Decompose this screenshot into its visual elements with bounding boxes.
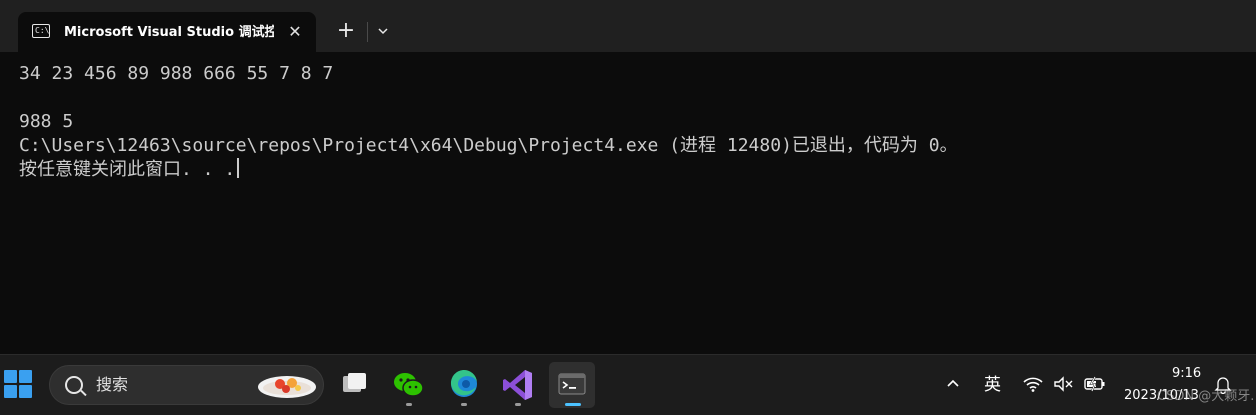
text-cursor [237, 158, 240, 178]
console-prompt-line: 按任意键关闭此窗口. . . [19, 158, 240, 182]
terminal-icon [558, 373, 586, 395]
search-highlight-icon [258, 376, 316, 398]
chevron-down-icon [378, 28, 388, 35]
running-indicator [406, 403, 412, 406]
taskbar-search[interactable]: 搜索 [49, 365, 324, 405]
edge-icon [450, 369, 477, 397]
windows-logo-icon [19, 385, 32, 398]
clock-time[interactable]: 9:16 [1172, 365, 1201, 382]
task-view-icon [343, 373, 366, 392]
windows-logo-icon [4, 370, 17, 383]
running-indicator [515, 403, 521, 406]
tab-separator [367, 22, 368, 42]
network-status[interactable] [1022, 375, 1044, 397]
tab-title: Microsoft Visual Studio 调试控制台 [64, 25, 274, 40]
console-line: C:\Users\12463\source\repos\Project4\x64… [19, 135, 958, 156]
wechat-button[interactable] [386, 362, 432, 408]
volume-muted-icon [1054, 376, 1073, 392]
title-bar: C:\ Microsoft Visual Studio 调试控制台 ✕ + [0, 0, 1256, 52]
edge-button[interactable] [441, 362, 487, 408]
volume-status[interactable] [1053, 375, 1075, 397]
wifi-icon [1023, 377, 1043, 392]
show-hidden-icons-button[interactable] [945, 375, 961, 396]
battery-status[interactable] [1083, 375, 1107, 397]
wechat-icon [394, 373, 424, 397]
search-placeholder: 搜索 [96, 375, 129, 394]
visual-studio-icon [503, 370, 532, 400]
windows-logo-icon [4, 385, 17, 398]
battery-charging-icon [1084, 376, 1105, 392]
visual-studio-button[interactable] [495, 362, 541, 408]
chevron-up-icon [947, 379, 959, 387]
console-line: 按任意键关闭此窗口. . . [19, 159, 236, 180]
search-icon [65, 376, 83, 394]
terminal-icon: C:\ [32, 24, 50, 38]
console-line: 988 5 [19, 111, 74, 132]
tab-dropdown-button[interactable] [372, 19, 394, 43]
running-indicator [461, 403, 467, 406]
new-tab-button[interactable]: + [334, 19, 358, 43]
taskbar: 搜索 英 9:16 2023/10/13 CSDN @大颗牙. [0, 354, 1256, 415]
terminal-button[interactable] [549, 362, 595, 408]
notification-bell-icon [1214, 377, 1232, 395]
notification-button[interactable] [1213, 374, 1233, 398]
close-tab-button[interactable]: ✕ [284, 21, 306, 43]
active-indicator [565, 403, 581, 406]
watermark-text: CSDN @大颗牙. [1157, 389, 1255, 404]
task-view-button[interactable] [332, 362, 378, 408]
active-tab[interactable]: C:\ Microsoft Visual Studio 调试控制台 ✕ [18, 12, 316, 52]
input-method-indicator[interactable]: 英 [984, 375, 1001, 395]
windows-logo-icon [19, 370, 32, 383]
console-line: 34 23 456 89 988 666 55 7 8 7 [19, 63, 334, 84]
start-button[interactable] [4, 370, 34, 400]
console-output[interactable]: 34 23 456 89 988 666 55 7 8 7 988 5 C:\U… [0, 52, 1256, 354]
